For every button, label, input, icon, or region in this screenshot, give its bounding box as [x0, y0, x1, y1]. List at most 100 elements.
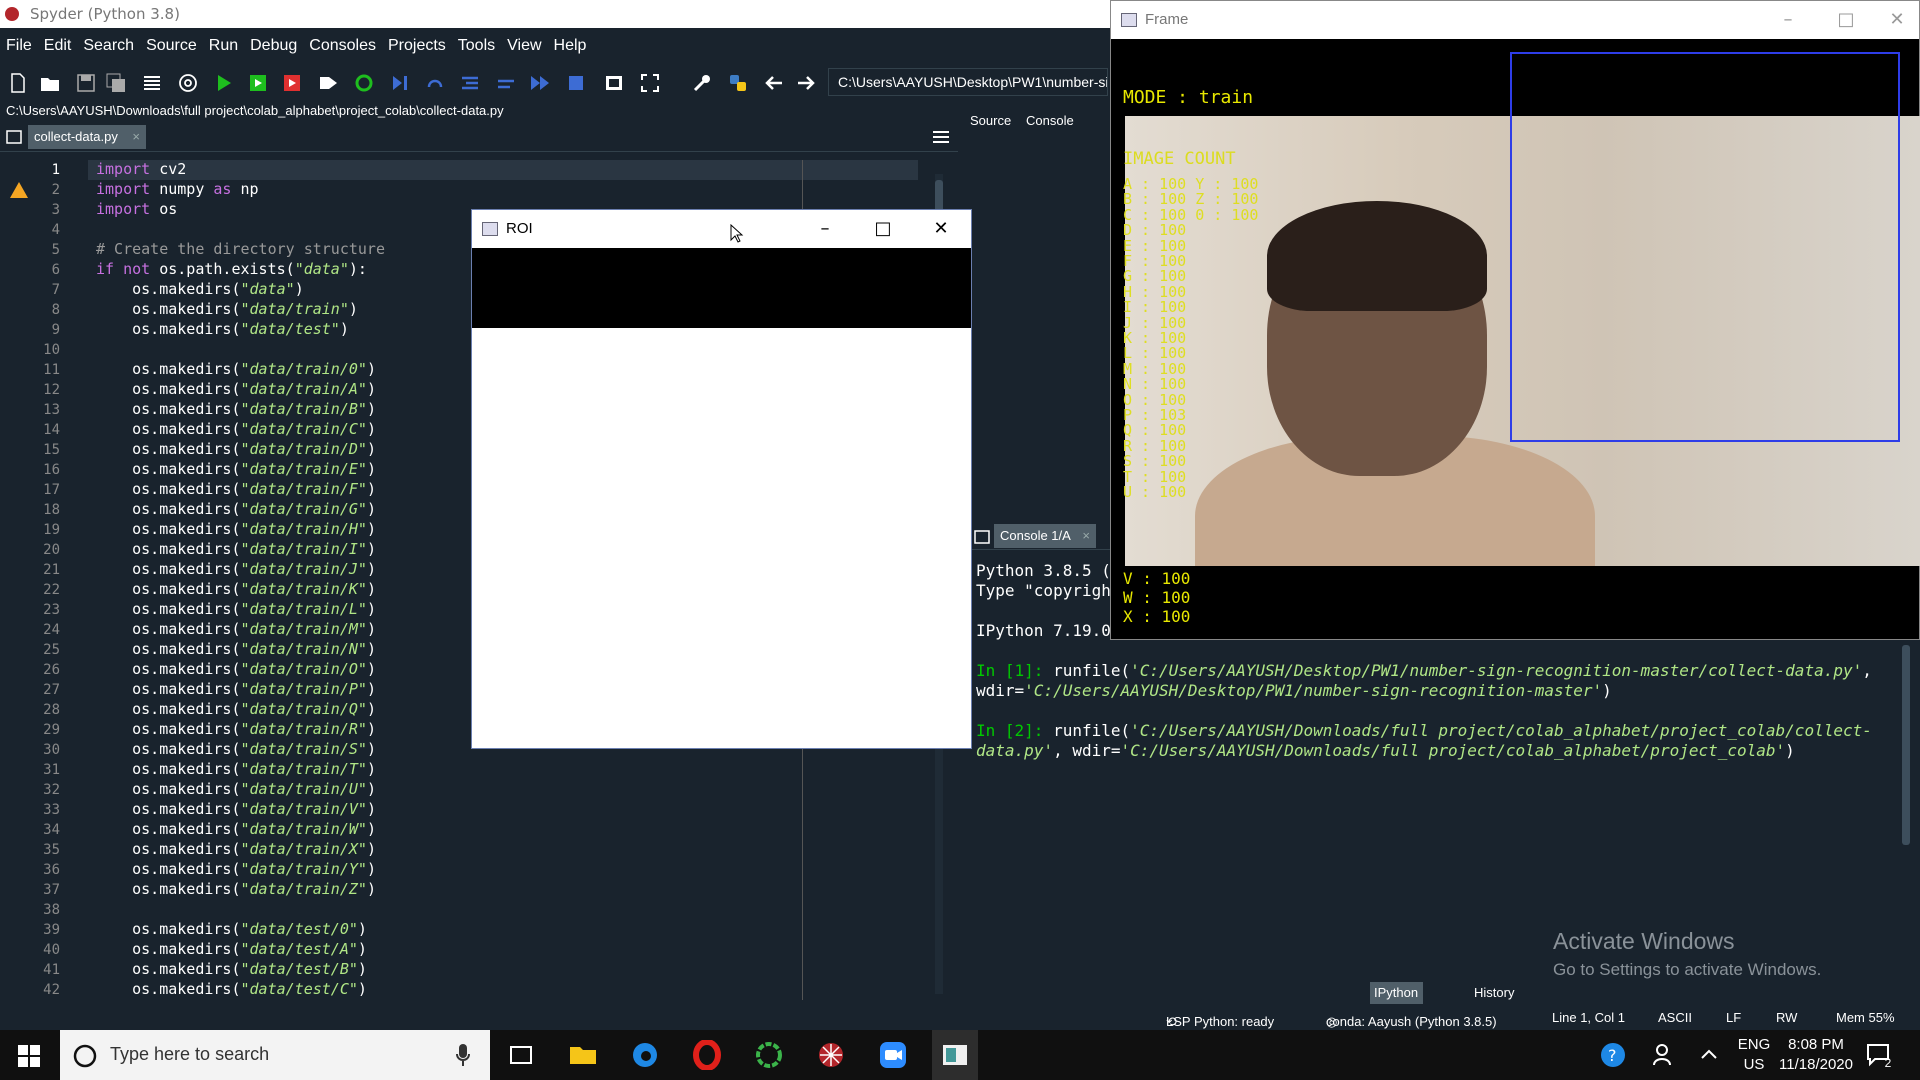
- tab-source[interactable]: Source: [970, 108, 1011, 134]
- code-line[interactable]: os.makedirs("data/train/J"): [96, 560, 376, 578]
- save-all-icon[interactable]: [106, 73, 126, 93]
- code-line[interactable]: os.makedirs("data/train/G"): [96, 500, 376, 518]
- menu-source[interactable]: Source: [146, 37, 197, 55]
- save-icon[interactable]: [76, 73, 96, 93]
- code-line[interactable]: os.makedirs("data/train/R"): [96, 720, 376, 738]
- code-line[interactable]: os.makedirs("data/train/Y"): [96, 860, 376, 878]
- working-directory-combo[interactable]: C:\Users\AAYUSH\Desktop\PW1\number-sign-…: [828, 68, 1108, 96]
- step-into-icon[interactable]: [460, 73, 480, 93]
- code-line[interactable]: os.makedirs("data/train/0"): [96, 360, 376, 378]
- microphone-icon[interactable]: [456, 1043, 470, 1067]
- frame-titlebar[interactable]: Frame – □ ✕: [1111, 1, 1919, 39]
- forward-arrow-icon[interactable]: [796, 73, 816, 93]
- code-line[interactable]: os.makedirs("data/train/O"): [96, 660, 376, 678]
- tab-ipython-console[interactable]: IPython console: [1370, 982, 1423, 1022]
- console-scrollbar-handle[interactable]: [1902, 645, 1910, 845]
- taskbar-search-box[interactable]: Type here to search: [60, 1030, 490, 1080]
- code-line[interactable]: os.makedirs("data/train/P"): [96, 680, 376, 698]
- code-line[interactable]: os.makedirs("data/train/S"): [96, 740, 376, 758]
- close-button[interactable]: ✕: [912, 210, 970, 248]
- code-line[interactable]: os.makedirs("data/train/W"): [96, 820, 376, 838]
- code-line[interactable]: os.makedirs("data/train/L"): [96, 600, 376, 618]
- code-line[interactable]: os.makedirs("data/train/Q"): [96, 700, 376, 718]
- close-console-tab-icon[interactable]: ×: [1082, 524, 1090, 548]
- clock-date[interactable]: 11/18/2020: [1766, 1056, 1866, 1073]
- options-menu-icon[interactable]: [932, 130, 950, 144]
- opera-browser-icon[interactable]: [692, 1040, 722, 1070]
- code-line[interactable]: import numpy as np: [96, 180, 259, 198]
- code-line[interactable]: os.makedirs("data/train/X"): [96, 840, 376, 858]
- help-icon[interactable]: ?: [1600, 1042, 1626, 1068]
- roi-window[interactable]: ROI – □ ✕: [471, 209, 972, 749]
- run-selection-icon[interactable]: [318, 73, 338, 93]
- menu-run[interactable]: Run: [209, 37, 238, 55]
- new-file-icon[interactable]: [8, 73, 28, 93]
- code-line[interactable]: os.makedirs("data/train/T"): [96, 760, 376, 778]
- preferences-wrench-icon[interactable]: [692, 73, 712, 93]
- console-tab-1a[interactable]: Console 1/A ×: [994, 524, 1096, 548]
- maximize-pane-icon[interactable]: [604, 73, 624, 93]
- code-line[interactable]: os.makedirs("data/test/C"): [96, 980, 367, 998]
- menu-search[interactable]: Search: [83, 37, 134, 55]
- menu-debug[interactable]: Debug: [250, 37, 297, 55]
- code-line[interactable]: os.makedirs("data/train/D"): [96, 440, 376, 458]
- code-line[interactable]: os.makedirs("data/train/F"): [96, 480, 376, 498]
- rerun-icon[interactable]: [354, 73, 374, 93]
- menu-help[interactable]: Help: [554, 37, 587, 55]
- step-icon[interactable]: [426, 73, 446, 93]
- code-line[interactable]: os.makedirs("data/train/K"): [96, 580, 376, 598]
- code-line[interactable]: import cv2: [96, 160, 186, 178]
- anaconda-icon[interactable]: [754, 1040, 784, 1070]
- chevron-up-icon[interactable]: [1700, 1047, 1718, 1061]
- code-line[interactable]: os.makedirs("data/test"): [96, 320, 349, 338]
- menu-tools[interactable]: Tools: [458, 37, 495, 55]
- run-icon[interactable]: [214, 73, 234, 93]
- browse-tabs-icon[interactable]: [6, 130, 22, 144]
- code-line[interactable]: if not os.path.exists("data"):: [96, 260, 367, 278]
- continue-icon[interactable]: [530, 73, 550, 93]
- code-line[interactable]: os.makedirs("data/train/N"): [96, 640, 376, 658]
- code-line[interactable]: os.makedirs("data/train/C"): [96, 420, 376, 438]
- code-line[interactable]: os.makedirs("data/train/I"): [96, 540, 376, 558]
- editor-tab-collect-data[interactable]: collect-data.py ×: [28, 125, 146, 149]
- code-line[interactable]: os.makedirs("data/train/U"): [96, 780, 376, 798]
- menu-view[interactable]: View: [507, 37, 541, 55]
- close-button[interactable]: ✕: [1875, 1, 1919, 39]
- menu-file[interactable]: File: [6, 37, 32, 55]
- zoom-icon[interactable]: [878, 1040, 908, 1070]
- code-line[interactable]: os.makedirs("data/test/0"): [96, 920, 367, 938]
- browse-console-tabs-icon[interactable]: [974, 530, 990, 544]
- stop-icon[interactable]: [566, 73, 586, 93]
- menu-projects[interactable]: Projects: [388, 37, 446, 55]
- step-return-icon[interactable]: [496, 73, 516, 93]
- code-line[interactable]: os.makedirs("data/train/B"): [96, 400, 376, 418]
- code-line[interactable]: os.makedirs("data/test/A"): [96, 940, 367, 958]
- debug-icon[interactable]: [390, 73, 410, 93]
- code-line[interactable]: os.makedirs("data/train/A"): [96, 380, 376, 398]
- python-path-icon[interactable]: [728, 73, 748, 93]
- minimize-button[interactable]: –: [1759, 1, 1817, 39]
- minimize-button[interactable]: –: [796, 210, 854, 248]
- maximize-button[interactable]: □: [854, 210, 912, 248]
- spyder-app-icon[interactable]: [816, 1040, 846, 1070]
- menu-consoles[interactable]: Consoles: [309, 37, 376, 55]
- windows-start-icon[interactable]: [18, 1045, 40, 1067]
- code-line[interactable]: os.makedirs("data/train"): [96, 300, 358, 318]
- file-explorer-icon[interactable]: [568, 1040, 598, 1070]
- code-line[interactable]: # Create the directory structure: [96, 240, 385, 258]
- tab-history[interactable]: History: [1470, 982, 1518, 1004]
- tab-console[interactable]: Console: [1026, 108, 1074, 134]
- menu-edit[interactable]: Edit: [44, 37, 72, 55]
- code-line[interactable]: os.makedirs("data"): [96, 280, 304, 298]
- run-cell-advance-icon[interactable]: [282, 73, 302, 93]
- list-icon[interactable]: [142, 73, 162, 93]
- code-line[interactable]: os.makedirs("data/train/M"): [96, 620, 376, 638]
- code-line[interactable]: os.makedirs("data/test/B"): [96, 960, 367, 978]
- code-line[interactable]: os.makedirs("data/train/E"): [96, 460, 376, 478]
- code-line[interactable]: os.makedirs("data/train/Z"): [96, 880, 376, 898]
- people-icon[interactable]: [1652, 1043, 1676, 1067]
- roi-titlebar[interactable]: ROI – □ ✕: [472, 210, 971, 248]
- close-tab-icon[interactable]: ×: [132, 125, 140, 149]
- fullscreen-icon[interactable]: [640, 73, 660, 93]
- maximize-button[interactable]: □: [1817, 1, 1875, 39]
